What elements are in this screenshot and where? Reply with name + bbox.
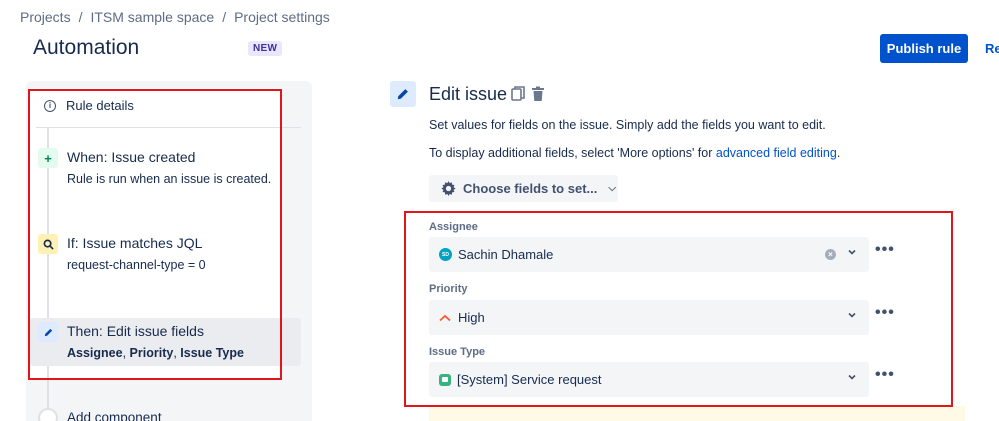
return-link[interactable]: Re [985,41,999,56]
more-options-icon[interactable]: ••• [875,304,895,322]
breadcrumb-project-settings[interactable]: Project settings [234,9,330,25]
choose-fields-label: Choose fields to set... [463,181,598,196]
breadcrumb-separator: / [78,9,83,25]
edit-issue-pencil-icon [390,81,416,107]
rule-details-item[interactable]: i Rule details [44,98,134,113]
divider [36,127,301,128]
warning-banner [429,406,965,421]
new-badge: NEW [248,41,283,56]
action-field: Issue Type [180,346,244,360]
action-field: Assignee [67,346,123,360]
avatar: SD [439,248,452,261]
publish-rule-button[interactable]: Publish rule [880,34,968,63]
condition-jql: request-channel-type = 0 [67,258,206,272]
add-component-label[interactable]: Add component [67,410,162,421]
edit-issue-description: Set values for fields on the issue. Simp… [429,118,826,132]
trigger-description: Rule is run when an issue is created. [67,172,272,186]
trash-icon[interactable] [531,86,545,102]
choose-fields-button[interactable]: Choose fields to set... ⌵ [429,175,618,202]
info-icon: i [44,99,56,112]
advanced-field-editing-link[interactable]: advanced field editing [716,146,837,160]
action-field: Priority [129,346,174,360]
breadcrumb-projects[interactable]: Projects [20,9,71,25]
chevron-down-icon [848,312,856,318]
breadcrumb-space[interactable]: ITSM sample space [90,9,214,25]
action-fields: Assignee, Priority, Issue Type [67,346,244,360]
breadcrumb: Projects / ITSM sample space / Project s… [20,9,330,25]
issue-type-label: Issue Type [429,346,486,358]
more-options-icon[interactable]: ••• [875,366,895,384]
chevron-down-icon: ⌵ [608,183,616,194]
advanced-fields-hint: To display additional fields, select 'Mo… [429,146,840,160]
condition-title: If: Issue matches JQL [67,235,203,251]
plus-icon: + [38,148,58,168]
action-title: Then: Edit issue fields [67,323,204,339]
copy-icon[interactable] [511,86,525,102]
rule-details-label: Rule details [66,98,134,113]
hint-period: . [836,146,841,160]
assignee-label: Assignee [429,221,478,233]
edit-issue-title: Edit issue [429,84,508,104]
assignee-select[interactable]: SD Sachin Dhamale × [429,237,869,272]
priority-label: Priority [429,283,468,295]
page-title: Automation [33,36,140,59]
issue-type-select[interactable]: [System] Service request [429,362,869,397]
clear-icon[interactable]: × [825,249,836,260]
pencil-icon [38,322,58,342]
chevron-down-icon [848,249,856,255]
priority-high-icon [439,314,451,321]
chevron-down-icon [848,374,856,380]
gear-icon [441,181,456,196]
more-options-icon[interactable]: ••• [875,241,895,259]
search-icon [38,234,58,254]
hint-text: To display additional fields, select 'Mo… [429,146,716,160]
issue-type-value: [System] Service request [457,372,602,387]
service-request-icon [439,373,451,386]
add-component-icon[interactable] [38,408,58,421]
assignee-value: Sachin Dhamale [458,247,554,262]
trigger-title: When: Issue created [67,149,196,165]
priority-select[interactable]: High [429,300,869,335]
breadcrumb-separator: / [222,9,227,25]
timeline-line [47,128,49,421]
priority-value: High [458,310,485,325]
